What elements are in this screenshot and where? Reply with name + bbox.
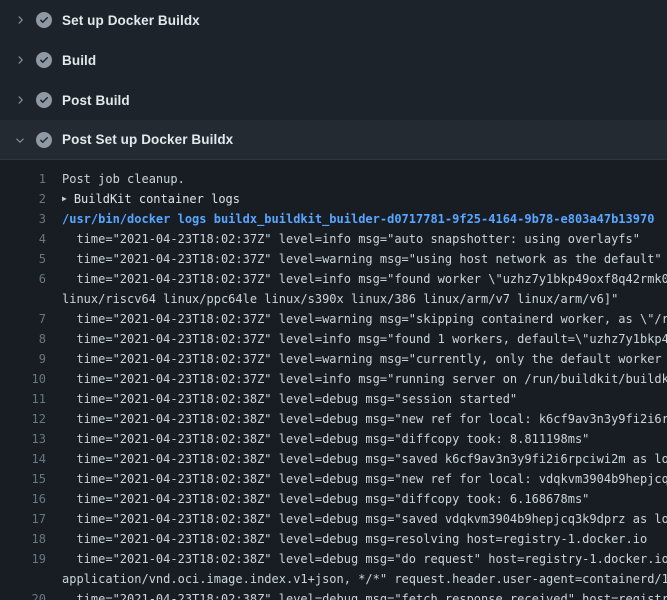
check-circle-icon: [36, 52, 52, 68]
log-text: time="2021-04-23T18:02:38Z" level=debug …: [62, 549, 667, 569]
line-number[interactable]: [0, 569, 46, 589]
log-line: 8 time="2021-04-23T18:02:37Z" level=info…: [0, 329, 667, 349]
log-line: linux/riscv64 linux/ppc64le linux/s390x …: [0, 289, 667, 309]
actions-log-panel: Set up Docker Buildx Build Post Build Post …: [0, 0, 667, 600]
log-text: time="2021-04-23T18:02:38Z" level=debug …: [62, 589, 667, 600]
step-title: Post Build: [62, 93, 130, 108]
chevron-right-icon: [12, 92, 28, 108]
chevron-down-icon: [12, 132, 28, 148]
line-number[interactable]: 7: [0, 309, 46, 329]
line-number[interactable]: 10: [0, 369, 46, 389]
step-header-post-build[interactable]: Post Build: [0, 80, 667, 120]
line-number[interactable]: 1: [0, 169, 46, 189]
group-disclosure-icon[interactable]: ▶: [62, 189, 67, 209]
log-line: 18 time="2021-04-23T18:02:38Z" level=deb…: [0, 529, 667, 549]
line-number[interactable]: 2: [0, 189, 46, 209]
line-number[interactable]: 13: [0, 429, 46, 449]
log-text: time="2021-04-23T18:02:37Z" level=warnin…: [62, 349, 667, 369]
log-text: time="2021-04-23T18:02:38Z" level=debug …: [62, 389, 667, 409]
log-line: 12 time="2021-04-23T18:02:38Z" level=deb…: [0, 409, 667, 429]
step-header-set-up-docker-buildx[interactable]: Set up Docker Buildx: [0, 0, 667, 40]
log-text: time="2021-04-23T18:02:38Z" level=debug …: [62, 429, 667, 449]
line-number[interactable]: 15: [0, 469, 46, 489]
log-line: 17 time="2021-04-23T18:02:38Z" level=deb…: [0, 509, 667, 529]
step-title: Build: [62, 53, 96, 68]
log-text: application/vnd.oci.image.index.v1+json,…: [62, 569, 667, 589]
log-text: time="2021-04-23T18:02:37Z" level=info m…: [62, 369, 667, 389]
log-text: linux/riscv64 linux/ppc64le linux/s390x …: [62, 289, 667, 309]
group-title[interactable]: BuildKit container logs: [74, 189, 667, 209]
log-line[interactable]: 2 ▶ BuildKit container logs: [0, 189, 667, 209]
log-text: time="2021-04-23T18:02:37Z" level=warnin…: [62, 249, 667, 269]
line-number[interactable]: 4: [0, 229, 46, 249]
log-line: 16 time="2021-04-23T18:02:38Z" level=deb…: [0, 489, 667, 509]
check-circle-icon: [36, 92, 52, 108]
log-text: time="2021-04-23T18:02:38Z" level=debug …: [62, 529, 667, 549]
log-line: 9 time="2021-04-23T18:02:37Z" level=warn…: [0, 349, 667, 369]
step-list: Set up Docker Buildx Build Post Build Post …: [0, 0, 667, 160]
line-number[interactable]: 9: [0, 349, 46, 369]
step-title: Post Set up Docker Buildx: [62, 132, 233, 147]
line-number[interactable]: 11: [0, 389, 46, 409]
log-line: 5 time="2021-04-23T18:02:37Z" level=warn…: [0, 249, 667, 269]
chevron-right-icon: [12, 12, 28, 28]
log-text: time="2021-04-23T18:02:38Z" level=debug …: [62, 449, 667, 469]
log-line: 14 time="2021-04-23T18:02:38Z" level=deb…: [0, 449, 667, 469]
step-title: Set up Docker Buildx: [62, 13, 200, 28]
line-number[interactable]: [0, 289, 46, 309]
line-number[interactable]: 14: [0, 449, 46, 469]
check-circle-icon: [36, 12, 52, 28]
log-line: 11 time="2021-04-23T18:02:38Z" level=deb…: [0, 389, 667, 409]
log-line: application/vnd.oci.image.index.v1+json,…: [0, 569, 667, 589]
line-number[interactable]: 16: [0, 489, 46, 509]
line-number[interactable]: 17: [0, 509, 46, 529]
line-number[interactable]: 18: [0, 529, 46, 549]
log-text: time="2021-04-23T18:02:38Z" level=debug …: [62, 489, 667, 509]
log-text: time="2021-04-23T18:02:37Z" level=info m…: [62, 269, 667, 289]
line-number[interactable]: 3: [0, 209, 46, 229]
line-number[interactable]: 6: [0, 269, 46, 289]
log-text: Post job cleanup.: [62, 169, 667, 189]
log-line: 15 time="2021-04-23T18:02:38Z" level=deb…: [0, 469, 667, 489]
log-text: time="2021-04-23T18:02:38Z" level=debug …: [62, 469, 667, 489]
chevron-right-icon: [12, 52, 28, 68]
log-viewer: 1 Post job cleanup. 2 ▶ BuildKit container l…: [0, 160, 667, 600]
log-text: time="2021-04-23T18:02:37Z" level=info m…: [62, 229, 667, 249]
check-circle-icon: [36, 132, 52, 148]
log-line: 7 time="2021-04-23T18:02:37Z" level=warn…: [0, 309, 667, 329]
log-text: time="2021-04-23T18:02:37Z" level=warnin…: [62, 309, 667, 329]
log-line: 1 Post job cleanup.: [0, 169, 667, 189]
log-line: 4 time="2021-04-23T18:02:37Z" level=info…: [0, 229, 667, 249]
log-line: 20 time="2021-04-23T18:02:38Z" level=deb…: [0, 589, 667, 600]
step-header-build[interactable]: Build: [0, 40, 667, 80]
log-text: time="2021-04-23T18:02:38Z" level=debug …: [62, 409, 667, 429]
log-text: time="2021-04-23T18:02:37Z" level=info m…: [62, 329, 667, 349]
line-number[interactable]: 5: [0, 249, 46, 269]
line-number[interactable]: 20: [0, 589, 46, 600]
log-line: 3/usr/bin/docker logs buildx_buildkit_bu…: [0, 209, 667, 229]
line-number[interactable]: 12: [0, 409, 46, 429]
step-header-post-set-up-docker-buildx[interactable]: Post Set up Docker Buildx: [0, 120, 667, 160]
command-text: /usr/bin/docker logs buildx_buildkit_bui…: [62, 209, 667, 229]
log-line: 10 time="2021-04-23T18:02:37Z" level=inf…: [0, 369, 667, 389]
log-line: 6 time="2021-04-23T18:02:37Z" level=info…: [0, 269, 667, 289]
line-number[interactable]: 19: [0, 549, 46, 569]
log-text: time="2021-04-23T18:02:38Z" level=debug …: [62, 509, 667, 529]
line-number[interactable]: 8: [0, 329, 46, 349]
log-line: 13 time="2021-04-23T18:02:38Z" level=deb…: [0, 429, 667, 449]
log-line: 19 time="2021-04-23T18:02:38Z" level=deb…: [0, 549, 667, 569]
